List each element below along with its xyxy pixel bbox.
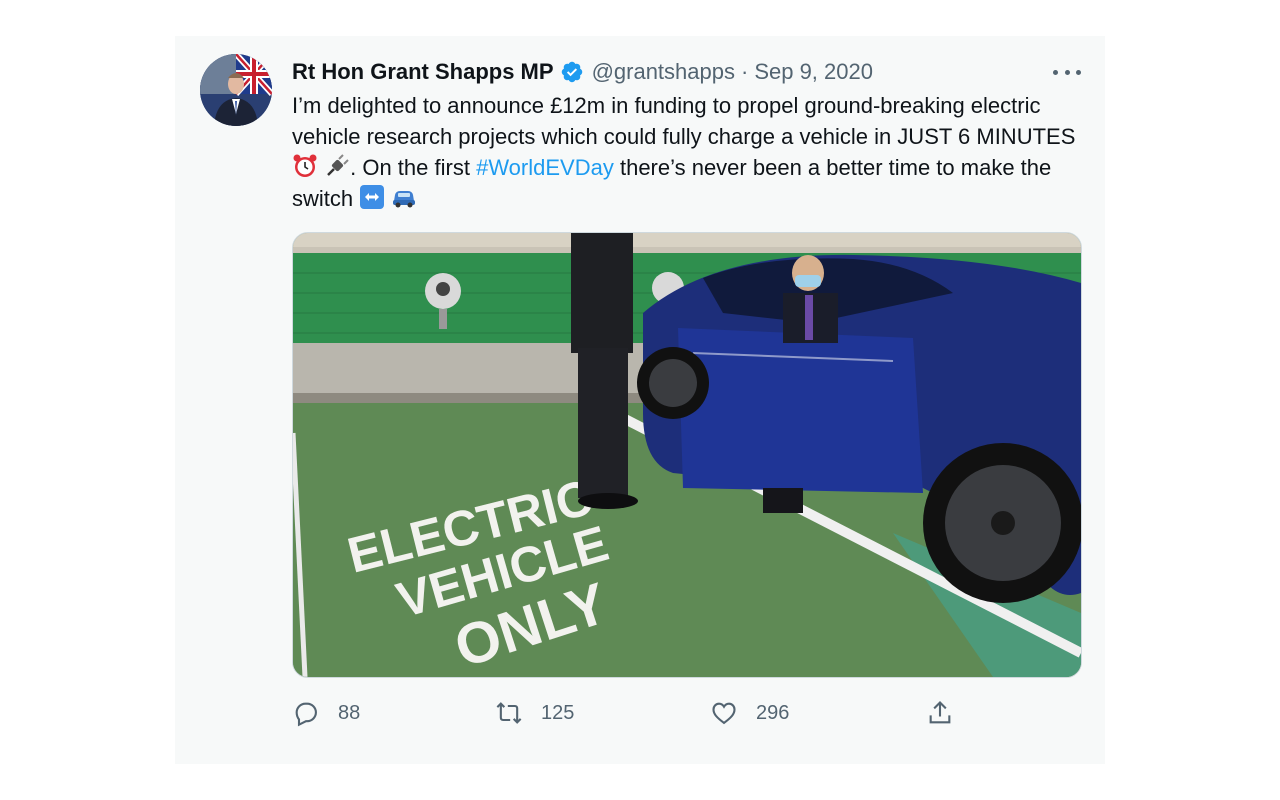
reply-button[interactable]: 88 — [292, 696, 360, 730]
share-button[interactable] — [926, 696, 954, 730]
like-button[interactable]: 296 — [710, 696, 789, 730]
verified-badge-icon — [560, 60, 584, 84]
author-name[interactable]: Rt Hon Grant Shapps MP — [292, 59, 554, 85]
tweet-date[interactable]: Sep 9, 2020 — [754, 59, 873, 85]
header-separator: · — [740, 59, 749, 84]
reply-icon — [295, 702, 317, 727]
hashtag-link[interactable]: #WorldEVDay — [476, 155, 614, 180]
tweet-text: I’m delighted to announce £12m in fundin… — [292, 90, 1082, 214]
tweet-photo[interactable]: ELECTRIC VEHICLE ONLY — [292, 232, 1082, 678]
retweet-button[interactable]: 125 — [495, 696, 574, 730]
author-handle[interactable]: @grantshapps — [592, 59, 735, 85]
tweet-text-part2: . On the first — [350, 155, 470, 180]
retweet-count: 125 — [541, 701, 575, 724]
tweet-actions: 88 125 296 — [292, 696, 972, 730]
tweet-card[interactable]: Rt Hon Grant Shapps MP @grantshapps · Se… — [175, 36, 1105, 764]
author-avatar[interactable] — [200, 54, 272, 126]
tweet-text-part1: I’m delighted to announce £12m in fundin… — [292, 93, 1076, 149]
electric-plug-icon — [324, 153, 350, 179]
left-right-arrow-icon — [359, 184, 385, 210]
more-options-icon[interactable] — [1053, 62, 1081, 82]
like-count: 296 — [756, 701, 790, 724]
share-icon — [929, 701, 951, 724]
heart-icon — [712, 702, 736, 725]
alarm-clock-icon — [292, 153, 318, 179]
retweet-icon — [496, 702, 522, 724]
reply-count: 88 — [338, 701, 361, 724]
automobile-icon — [391, 184, 417, 210]
tweet-header: Rt Hon Grant Shapps MP @grantshapps · Se… — [292, 57, 873, 87]
